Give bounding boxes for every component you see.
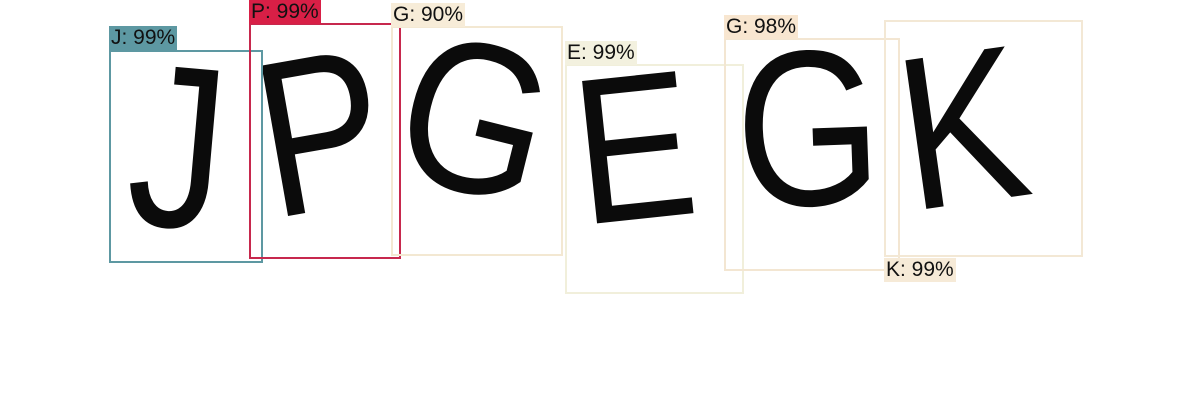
bounding-box-g-second	[724, 38, 900, 271]
bounding-box-p	[249, 23, 401, 259]
detection-label-e: E: 99%	[565, 41, 637, 65]
detection-label-k: K: 99%	[884, 258, 956, 282]
captcha-detection-image: J P G E G K J: 99% P: 99% G: 90% E: 99% …	[0, 0, 1200, 420]
bounding-box-e	[565, 64, 744, 294]
detection-label-j: J: 99%	[109, 26, 178, 50]
bounding-box-g-first	[391, 26, 563, 256]
detection-label-g-first: G: 90%	[391, 3, 466, 27]
detection-label-g-second: G: 98%	[724, 15, 799, 39]
detection-label-p: P: 99%	[249, 0, 321, 24]
bounding-box-j	[109, 50, 263, 263]
bounding-box-k	[884, 20, 1083, 257]
